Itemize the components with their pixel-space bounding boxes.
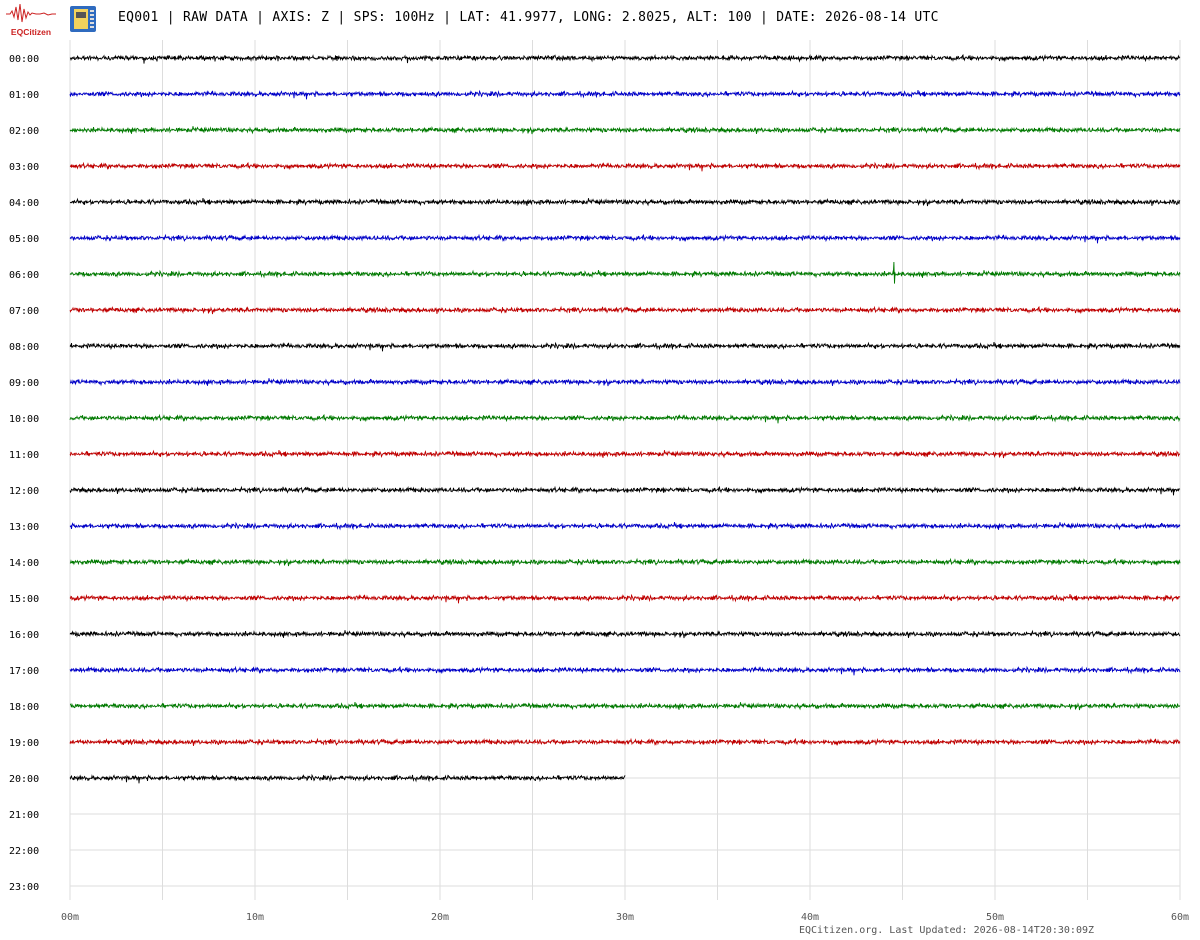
row-time-label: 07:00 bbox=[9, 306, 39, 317]
row-time-label: 08:00 bbox=[9, 342, 39, 353]
row-time-label: 05:00 bbox=[9, 234, 39, 245]
x-tick-label: 20m bbox=[431, 912, 449, 923]
x-tick-label: 00m bbox=[61, 912, 79, 923]
x-tick-label: 30m bbox=[616, 912, 634, 923]
row-time-label: 20:00 bbox=[9, 774, 39, 785]
row-time-label: 23:00 bbox=[9, 882, 39, 893]
row-time-label: 17:00 bbox=[9, 666, 39, 677]
row-time-label: 01:00 bbox=[9, 90, 39, 101]
row-time-label: 21:00 bbox=[9, 810, 39, 821]
row-time-label: 00:00 bbox=[9, 54, 39, 65]
x-tick-label: 50m bbox=[986, 912, 1004, 923]
x-tick-label: 60m bbox=[1171, 912, 1189, 923]
row-time-label: 03:00 bbox=[9, 162, 39, 173]
row-time-label: 04:00 bbox=[9, 198, 39, 209]
row-time-label: 22:00 bbox=[9, 846, 39, 857]
row-time-label: 18:00 bbox=[9, 702, 39, 713]
helicorder-plot: 00:00 01:00 02:00 03:00 04:00 05:00 06:00 07:00… bbox=[9, 40, 1189, 923]
footer-last-updated: EQCitizen.org. Last Updated: 2026-08-14T… bbox=[799, 925, 1095, 936]
row-time-label: 14:00 bbox=[9, 558, 39, 569]
row-time-label: 13:00 bbox=[9, 522, 39, 533]
x-tick-label: 10m bbox=[246, 912, 264, 923]
x-tick-label: 40m bbox=[801, 912, 819, 923]
row-time-label: 09:00 bbox=[9, 378, 39, 389]
row-time-label: 19:00 bbox=[9, 738, 39, 749]
row-time-label: 15:00 bbox=[9, 594, 39, 605]
row-time-label: 10:00 bbox=[9, 414, 39, 425]
row-time-label: 16:00 bbox=[9, 630, 39, 641]
row-time-label: 02:00 bbox=[9, 126, 39, 137]
row-time-label: 06:00 bbox=[9, 270, 39, 281]
row-time-label: 11:00 bbox=[9, 450, 39, 461]
row-time-label: 12:00 bbox=[9, 486, 39, 497]
grid bbox=[69, 40, 1181, 900]
